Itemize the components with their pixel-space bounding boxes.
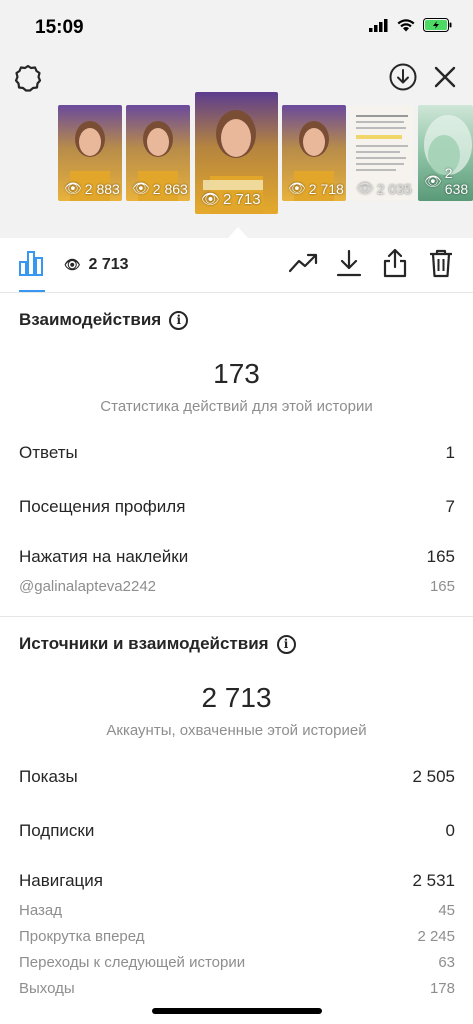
- story-thumbnail[interactable]: 👁 2 035: [350, 105, 414, 201]
- eye-icon: 👁: [64, 180, 82, 196]
- trending-up-icon: [288, 252, 318, 279]
- story-view-count: 👁 2 713: [201, 190, 261, 209]
- story-thumbnail[interactable]: 👁 2 863: [126, 105, 190, 201]
- wifi-icon: [397, 18, 415, 37]
- story-view-count: 👁 2 863: [132, 180, 188, 197]
- viewers-count: 2 713: [88, 256, 129, 273]
- delete-button[interactable]: [426, 248, 456, 283]
- eye-icon: 👁: [356, 180, 374, 196]
- discovery-title: Источники и взаимодействия: [19, 634, 269, 653]
- circle-download-icon: [388, 62, 418, 97]
- status-time: 15:09: [35, 17, 84, 38]
- eye-icon: 👁: [201, 191, 221, 208]
- save-story-button[interactable]: [387, 63, 419, 95]
- interaction-row-profile-visits: Посещения профиля 7: [19, 497, 455, 516]
- reach-subtitle: Аккаунты, охваченные этой историей: [106, 722, 367, 739]
- insights-toolbar: 👁 2 713: [0, 238, 473, 293]
- eye-icon: 👁: [288, 180, 306, 196]
- eye-icon: 👁: [132, 180, 150, 196]
- story-view-count: 👁 2 035: [356, 180, 412, 197]
- story-thumbnail[interactable]: 👁 2 883: [58, 105, 122, 201]
- navigation-row-forward: Прокрутка вперед 2 245: [19, 928, 455, 945]
- navigation-row-back: Назад 45: [19, 902, 455, 919]
- story-view-count: 👁 2 638: [424, 165, 469, 197]
- promote-button[interactable]: [288, 250, 318, 280]
- status-icons: [369, 18, 453, 37]
- story-view-count: 👁 2 718: [288, 180, 344, 197]
- eye-icon: 👁: [424, 172, 442, 189]
- signal-icon: [369, 18, 389, 37]
- discovery-row-follows: Подписки 0: [19, 821, 455, 840]
- selected-story-pointer: [228, 227, 248, 238]
- discovery-section-title: Источники и взаимодействия i: [19, 634, 296, 654]
- close-button[interactable]: [429, 63, 461, 95]
- interactions-section-title: Взаимодействия i: [19, 310, 189, 330]
- eye-icon: 👁: [64, 257, 81, 272]
- navigation-row-exits: Выходы 178: [19, 980, 455, 997]
- discovery-row-impressions: Показы 2 505: [19, 767, 455, 786]
- interaction-row-replies: Ответы 1: [19, 443, 455, 462]
- bar-chart-icon: [18, 249, 46, 282]
- gear-icon: [13, 63, 43, 98]
- close-icon: [432, 64, 458, 95]
- battery-icon: [423, 18, 453, 37]
- active-tab-indicator: [19, 290, 45, 292]
- info-icon[interactable]: i: [169, 310, 189, 330]
- info-icon[interactable]: i: [276, 634, 296, 654]
- interactions-title: Взаимодействия: [19, 310, 162, 329]
- trash-icon: [428, 248, 454, 283]
- viewers-button[interactable]: 👁 2 713: [64, 256, 129, 274]
- story-thumbnail-selected[interactable]: 👁 2 713: [195, 92, 278, 214]
- story-carousel-area: 👁 2 883 👁 2 863 👁 2 713 👁 2 718 👁 2 035 👁 2 63…: [0, 52, 473, 238]
- settings-button[interactable]: [12, 64, 44, 96]
- interaction-row-sticker-taps: Нажатия на наклейки 165: [19, 547, 455, 566]
- story-view-count: 👁 2 883: [64, 180, 120, 197]
- story-thumbnail[interactable]: 👁 2 718: [282, 105, 346, 201]
- reach-total: 2 713: [201, 682, 272, 713]
- download-icon: [336, 249, 362, 282]
- download-button[interactable]: [334, 249, 364, 282]
- sticker-mention-row[interactable]: @galinalapteva2242 165: [19, 578, 455, 595]
- discovery-row-navigation: Навигация 2 531: [19, 871, 455, 890]
- section-divider: [0, 616, 473, 617]
- tab-insights[interactable]: [17, 250, 47, 280]
- share-button[interactable]: [380, 248, 410, 283]
- share-icon: [382, 248, 408, 283]
- interactions-total: 173: [213, 358, 260, 389]
- navigation-row-next-story: Переходы к следующей истории 63: [19, 954, 455, 971]
- story-thumbnail[interactable]: 👁 2 638: [418, 105, 473, 201]
- home-indicator[interactable]: [152, 1008, 322, 1014]
- interactions-subtitle: Статистика действий для этой истории: [100, 398, 373, 415]
- status-bar: 15:09: [0, 0, 473, 52]
